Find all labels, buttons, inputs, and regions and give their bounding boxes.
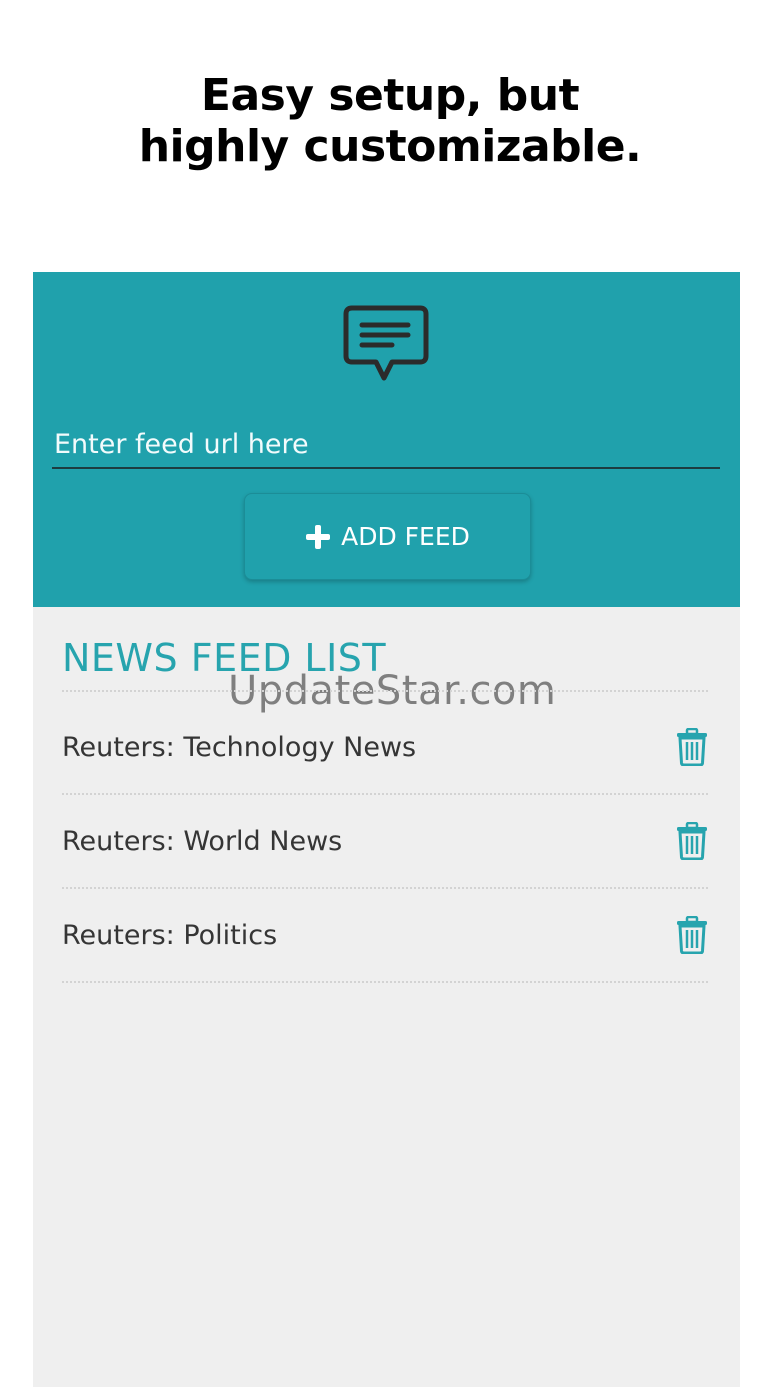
trash-icon[interactable]	[676, 822, 708, 860]
list-item: Reuters: World News	[62, 795, 708, 889]
add-feed-label: ADD FEED	[341, 522, 470, 551]
feed-list: Reuters: Technology News Reuters: World …	[62, 701, 708, 983]
feed-name: Reuters: Politics	[62, 919, 278, 951]
feed-url-input[interactable]	[52, 427, 720, 469]
list-item: Reuters: Politics	[62, 889, 708, 983]
add-feed-button[interactable]: ADD FEED	[244, 493, 531, 580]
chat-bubble-icon	[343, 305, 429, 381]
list-divider	[62, 690, 708, 692]
feed-name: Reuters: Technology News	[62, 731, 417, 763]
app-screen: ADD FEED NEWS FEED LIST UpdateStar.com R…	[33, 272, 740, 1387]
add-feed-panel: ADD FEED	[33, 272, 740, 607]
promo-headline-line-1: Easy setup, but	[200, 70, 580, 121]
plus-icon	[306, 524, 331, 549]
list-item: Reuters: Technology News	[62, 701, 708, 795]
promo-headline: Easy setup, but highly customizable.	[0, 70, 780, 172]
feed-name: Reuters: World News	[62, 825, 343, 857]
trash-icon[interactable]	[676, 728, 708, 766]
promo-headline-line-2: highly customizable.	[138, 121, 642, 172]
trash-icon[interactable]	[676, 916, 708, 954]
